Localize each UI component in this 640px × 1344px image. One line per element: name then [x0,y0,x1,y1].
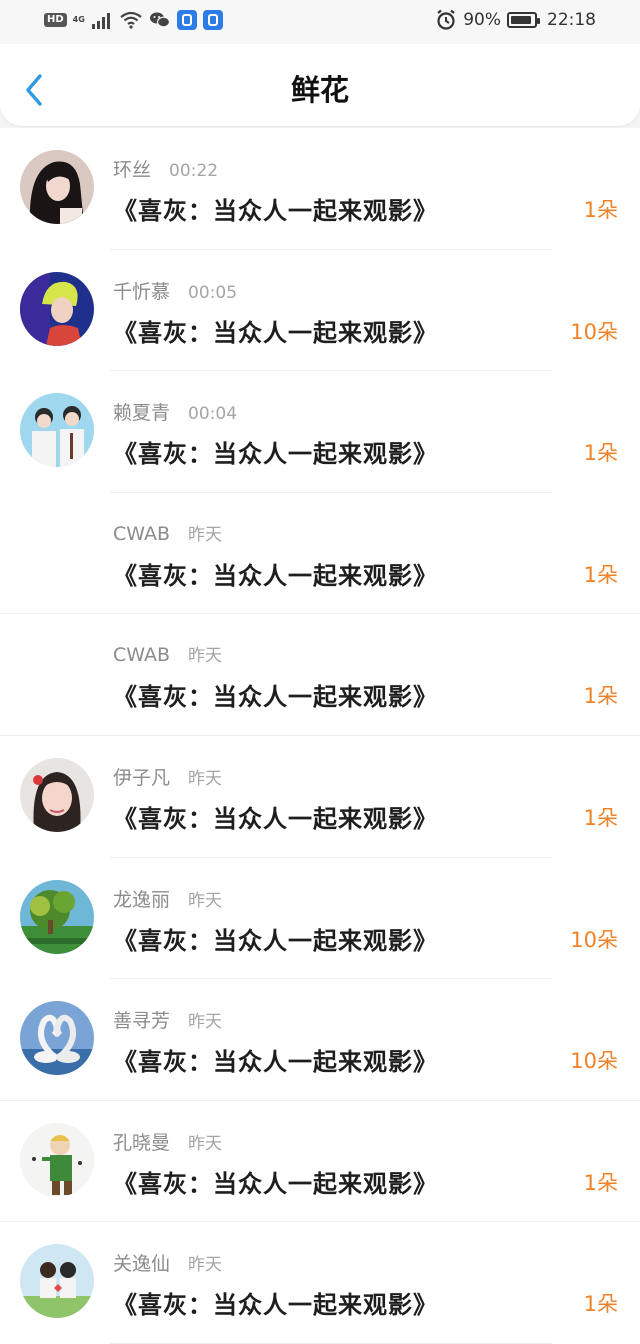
timestamp: 00:04 [188,404,238,425]
flower-count: 1朵 [583,684,618,709]
status-right: 90% 22:18 [435,9,596,31]
flower-count: 10朵 [570,319,618,344]
work-title: 《喜灰：当众人一起来观影》 [113,197,438,225]
timestamp: 昨天 [188,1255,223,1276]
work-title: 《喜灰：当众人一起来观影》 [113,318,438,347]
network-type-icon: 4G [73,16,85,24]
battery-level [511,16,531,24]
app-icon [202,10,223,30]
alarm-icon [435,9,457,31]
avatar[interactable] [20,150,94,224]
user-name: 龙逸丽 [113,888,171,911]
user-name: 环丝 [113,159,152,181]
item-meta: 伊子凡 昨天 [113,763,222,790]
work-title: 《喜灰：当众人一起来观影》 [113,1169,438,1198]
work-title: 《喜灰：当众人一起来观影》 [113,561,438,590]
timestamp: 昨天 [188,1133,223,1154]
clock: 22:18 [547,10,596,30]
list-item[interactable]: 善寻芳 昨天《喜灰：当众人一起来观影》 10朵 [0,979,640,1101]
avatar[interactable] [20,1244,94,1319]
timestamp: 昨天 [188,646,223,667]
work-title: 《喜灰：当众人一起来观影》 [113,926,438,955]
timestamp: 00:05 [188,282,238,303]
flower-count: 1朵 [583,198,618,222]
item-meta: 龙逸丽 昨天 [113,885,222,912]
item-meta: 关逸仙 昨天 [113,1249,222,1276]
user-name: 关逸仙 [113,1253,171,1276]
timestamp: 昨天 [188,1012,223,1033]
user-name: 善寻芳 [113,1010,171,1033]
avatar[interactable] [20,271,94,346]
user-name: 伊子凡 [113,766,171,789]
user-name: 千忻慕 [113,280,171,303]
flower-count: 1朵 [583,1170,618,1195]
network-type-label: 4G [72,15,85,24]
header-bar: 鲜花 [0,44,640,126]
user-name: CWAB [113,522,171,545]
list-item[interactable]: 赖夏青 00:04 《喜灰：当众人一起来观影》 1朵 [0,371,640,493]
flower-count: 10朵 [570,927,618,952]
list-item[interactable]: 关逸仙 昨天《喜灰：当众人一起来观影》 1朵 [0,1222,640,1344]
work-title: 《喜灰：当众人一起来观影》 [113,440,438,469]
list-item[interactable]: 伊子凡 昨天《喜灰：当众人一起来观影》 1朵 [0,736,640,858]
timestamp: 昨天 [188,524,223,545]
hd-icon: HD [44,13,67,27]
item-meta: 赖夏青 00:04 [113,398,237,425]
work-title: 《喜灰：当众人一起来观影》 [113,1048,438,1077]
signal-icon [91,11,113,29]
wechat-icon [149,11,171,29]
list-item[interactable]: CWAB 昨天《喜灰：当众人一起来观影》 1朵 [0,614,640,736]
list-item[interactable]: 龙逸丽 昨天《喜灰：当众人一起来观影》 10朵 [0,858,640,980]
avatar[interactable] [20,879,94,954]
user-name: 孔晓曼 [113,1131,171,1154]
avatar[interactable] [20,1122,94,1197]
battery-percent: 90% [463,10,501,30]
avatar[interactable] [20,757,94,832]
flower-count: 1朵 [583,562,618,587]
list-item[interactable]: 千忻慕 00:05 《喜灰：当众人一起来观影》 10朵 [0,250,640,372]
flower-count: 1朵 [583,1292,618,1317]
timestamp: 昨天 [188,890,223,911]
avatar[interactable] [20,1001,94,1076]
user-name: 赖夏青 [113,402,171,425]
item-meta: 环丝 00:22 [113,155,218,182]
wifi-icon [119,11,143,29]
app-icon [176,10,197,30]
status-bar: HD 4G 90% 22:18 [0,0,640,44]
list-item[interactable]: 孔晓曼 昨天《喜灰：当众人一起来观影》 1朵 [0,1101,640,1223]
item-meta: 千忻慕 00:05 [113,277,237,304]
item-meta: 善寻芳 昨天 [113,1006,222,1033]
avatar[interactable] [20,393,94,468]
flower-list: 环丝 00:22 《喜灰：当众人一起来观影》 1朵 千忻慕 00:05 《喜灰：当众人一起来… [0,128,640,1344]
timestamp: 00:22 [169,161,219,181]
list-item[interactable]: 环丝 00:22 《喜灰：当众人一起来观影》 1朵 [0,128,640,250]
battery-icon [507,12,540,28]
user-name: CWAB [113,644,171,667]
list-item[interactable]: CWAB 昨天《喜灰：当众人一起来观影》 1朵 [0,493,640,615]
timestamp: 昨天 [188,768,223,789]
flower-count: 1朵 [583,441,618,466]
work-title: 《喜灰：当众人一起来观影》 [113,683,438,712]
flower-count: 10朵 [570,1049,618,1074]
work-title: 《喜灰：当众人一起来观影》 [113,804,438,833]
work-title: 《喜灰：当众人一起来观影》 [113,1291,438,1320]
item-meta: 孔晓曼 昨天 [113,1128,222,1155]
status-left: HD 4G [44,10,223,30]
item-meta: CWAB 昨天 [113,641,222,666]
page-title: 鲜花 [290,73,349,107]
item-meta: CWAB 昨天 [113,520,222,545]
flower-count: 1朵 [583,805,618,830]
